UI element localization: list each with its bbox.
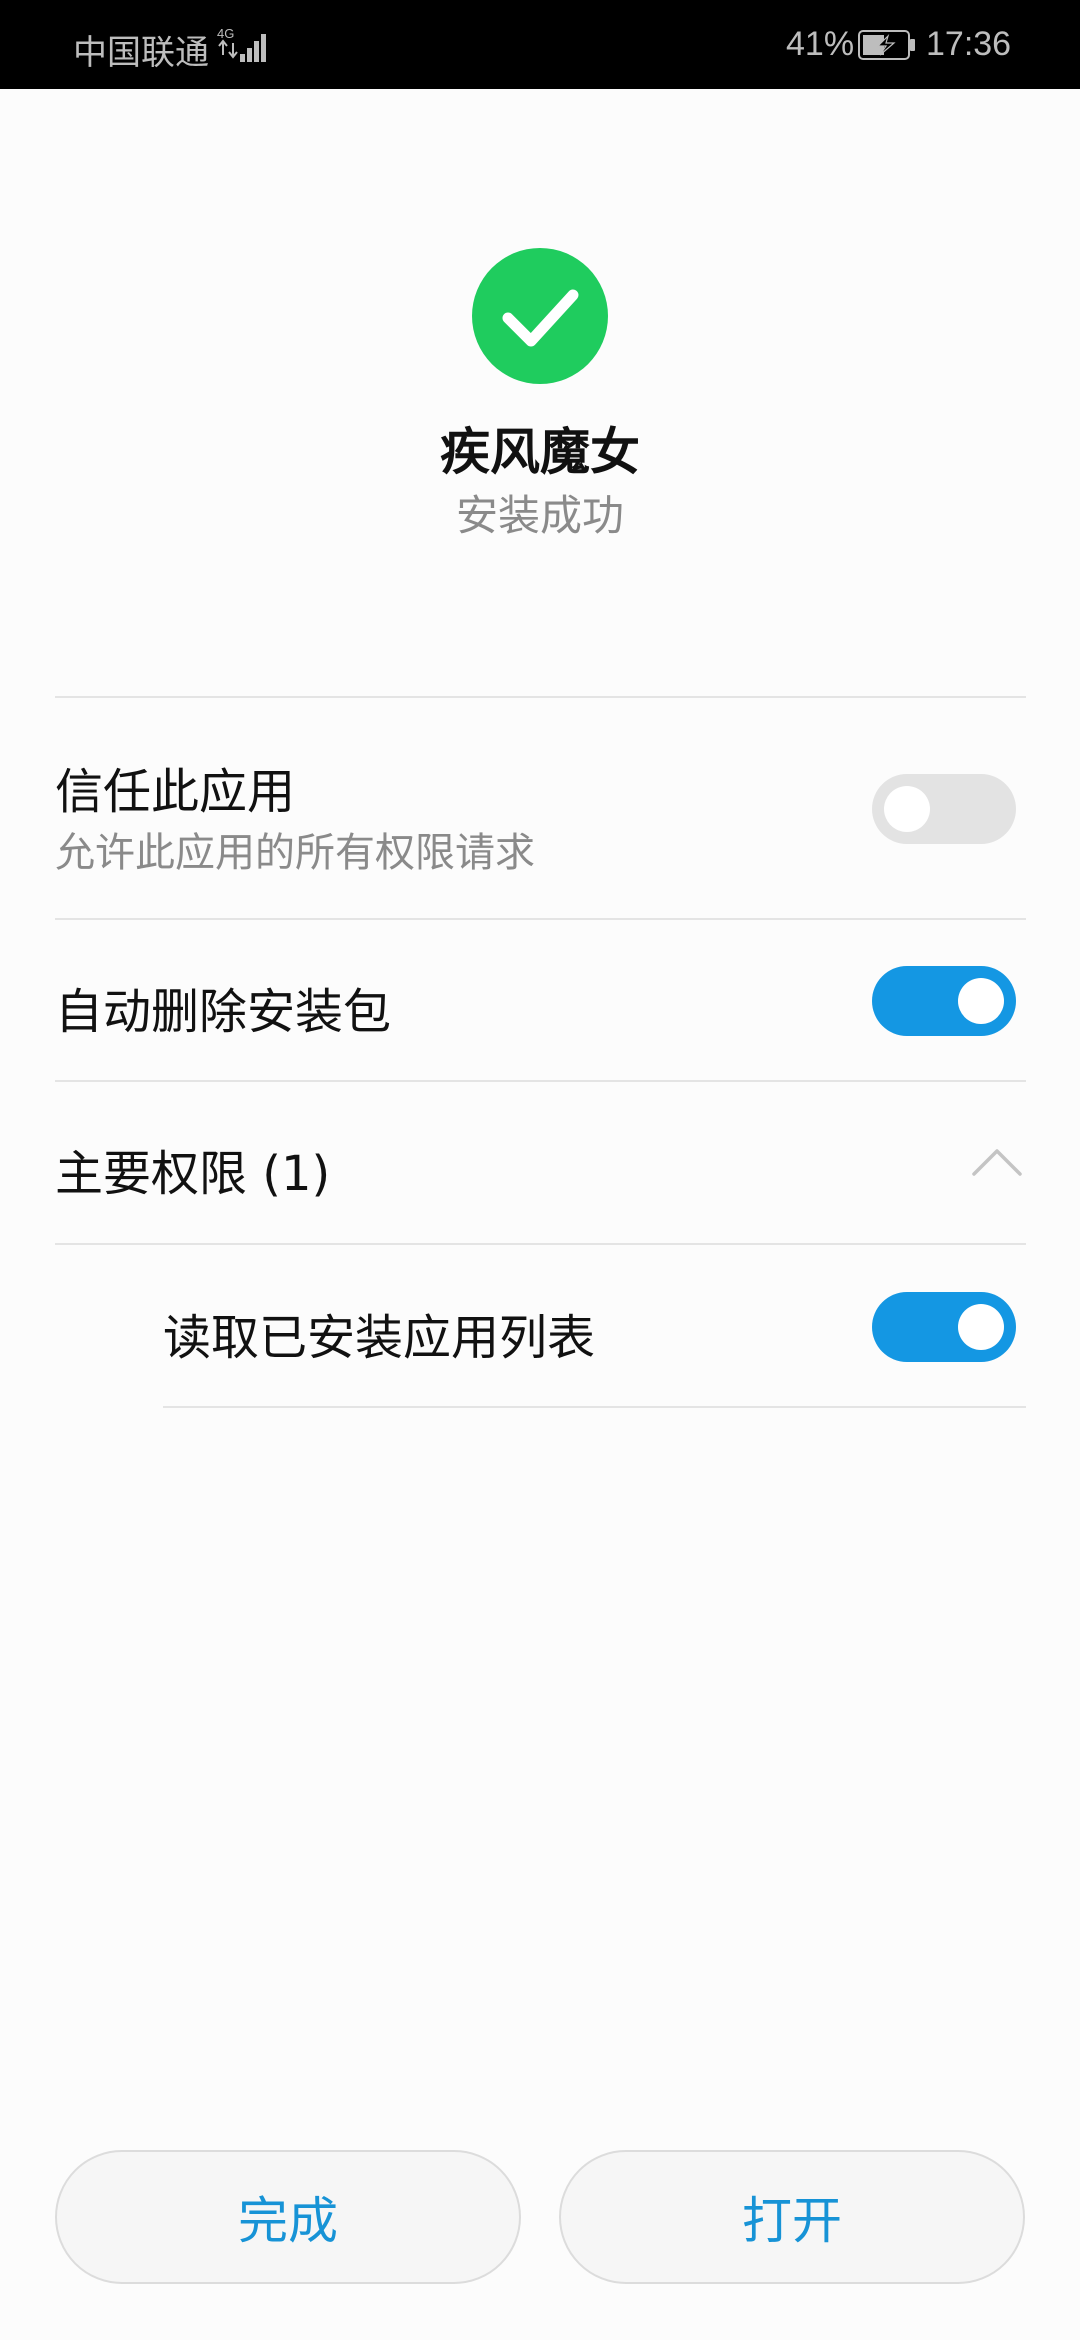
auto-delete-title: 自动删除安装包 bbox=[55, 984, 392, 1040]
toggle-knob bbox=[958, 1304, 1004, 1350]
carrier-name: 中国联通 bbox=[73, 34, 209, 72]
app-name: 疾风魔女 bbox=[440, 423, 640, 481]
install-status-text: 安装成功 bbox=[455, 491, 624, 540]
divider bbox=[55, 696, 1026, 698]
permissions-header: 主要权限 (1) bbox=[55, 1146, 331, 1202]
status-bar: 中国联通 4G 41% 17:36 bbox=[0, 0, 1080, 89]
done-button[interactable]: 完成 bbox=[55, 2150, 521, 2284]
battery-percent: 41% bbox=[786, 25, 855, 63]
network-signal-icon: 4G bbox=[217, 26, 266, 62]
open-button[interactable]: 打开 bbox=[559, 2150, 1025, 2284]
check-circle-icon bbox=[472, 248, 608, 384]
trust-app-subtitle: 允许此应用的所有权限请求 bbox=[55, 830, 535, 876]
divider bbox=[163, 1406, 1026, 1408]
permission-item-toggle[interactable] bbox=[872, 1292, 1016, 1362]
divider bbox=[55, 918, 1026, 920]
chevron-up-icon[interactable] bbox=[970, 1146, 1024, 1178]
toggle-knob bbox=[884, 786, 930, 832]
trust-app-title: 信任此应用 bbox=[55, 764, 296, 820]
battery-charging-icon bbox=[858, 30, 915, 60]
permission-item-label: 读取已安装应用列表 bbox=[163, 1310, 596, 1366]
divider bbox=[55, 1243, 1026, 1245]
clock: 17:36 bbox=[926, 25, 1012, 63]
divider bbox=[55, 1080, 1026, 1082]
toggle-knob bbox=[958, 978, 1004, 1024]
network-type-label: 4G bbox=[217, 26, 234, 41]
trust-app-toggle[interactable] bbox=[872, 774, 1016, 844]
install-complete-screen: 中国联通 4G 41% 17:36 疾风魔女 安装成功 信任此应用 允许此应用的… bbox=[0, 0, 1080, 2340]
auto-delete-toggle[interactable] bbox=[872, 966, 1016, 1036]
